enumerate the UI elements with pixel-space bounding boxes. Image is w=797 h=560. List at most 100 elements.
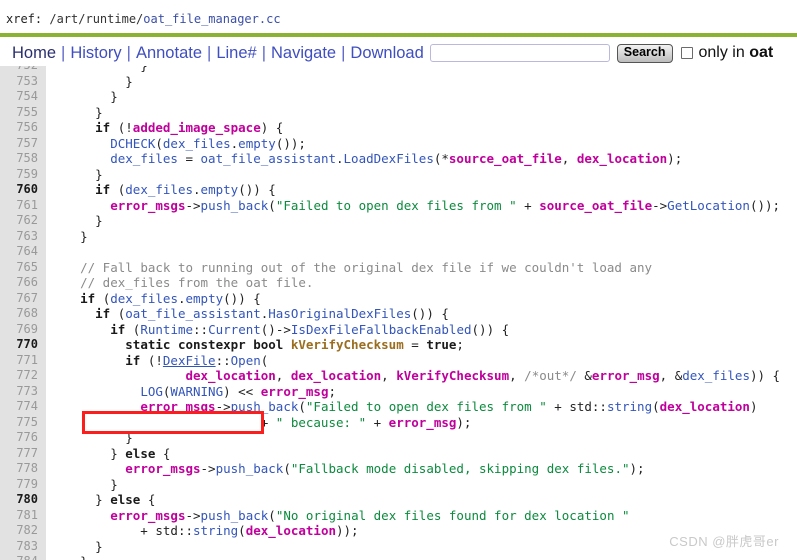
line-number[interactable]: 762 (0, 213, 46, 229)
line-number[interactable]: 759 (0, 166, 46, 182)
code-symbol-link[interactable]: DexFile (163, 353, 216, 368)
code-token: } (50, 430, 133, 445)
line-number[interactable]: 758 (0, 151, 46, 167)
line-number[interactable]: 777 (0, 445, 46, 461)
line-number[interactable]: 776 (0, 430, 46, 446)
search-input[interactable] (429, 44, 610, 62)
code-token: (* (433, 151, 449, 166)
code-line: 772 dex_location, dex_location, kVerifyC… (0, 368, 797, 384)
code-line-text: } (46, 167, 103, 183)
line-number[interactable]: 771 (0, 352, 46, 368)
line-number[interactable]: 755 (0, 104, 46, 120)
nav-link-history[interactable]: History (66, 44, 125, 63)
line-number[interactable]: 765 (0, 259, 46, 275)
code-line: 780 } else { (0, 492, 797, 508)
code-token: + (546, 399, 570, 414)
code-token[interactable]: Current (208, 322, 261, 337)
nav-link-navigate[interactable]: Navigate (267, 44, 340, 63)
only-in-file-label: only in oat (699, 44, 774, 62)
line-number[interactable]: 753 (0, 73, 46, 89)
line-number[interactable]: 752 (0, 66, 46, 74)
line-number[interactable]: 774 (0, 399, 46, 415)
code-token[interactable]: Open (231, 353, 261, 368)
line-number[interactable]: 778 (0, 461, 46, 477)
nav-link-linenumber[interactable]: Line# (212, 44, 260, 63)
code-token[interactable]: LOG (140, 384, 163, 399)
code-token: :: (591, 399, 607, 414)
code-token[interactable]: Runtime (140, 322, 193, 337)
search-button[interactable]: Search (616, 43, 673, 63)
code-token: ()); (275, 135, 306, 151)
only-in-file-option[interactable]: only in oat (680, 44, 774, 62)
line-number[interactable]: 769 (0, 321, 46, 337)
line-number[interactable]: 773 (0, 383, 46, 399)
code-token[interactable]: HasOriginalDexFiles (268, 306, 411, 321)
code-token: ) << (223, 383, 261, 399)
code-line-text: + " because: " + error_msg); (46, 414, 472, 431)
code-line: 765 // Fall back to running out of the o… (0, 259, 797, 275)
nav-link-annotate[interactable]: Annotate (132, 44, 206, 63)
line-number[interactable]: 783 (0, 538, 46, 554)
code-token[interactable]: dex_files (110, 151, 178, 166)
code-token[interactable]: string (607, 399, 652, 414)
code-token: error_msg (260, 383, 329, 399)
line-number[interactable]: 756 (0, 120, 46, 136)
line-number[interactable]: 775 (0, 414, 46, 430)
code-token[interactable]: empty (186, 291, 224, 306)
code-token[interactable]: dex_files (682, 368, 750, 383)
code-token[interactable]: dex_files (163, 136, 231, 151)
code-token: (! (140, 352, 163, 368)
code-token[interactable]: LoadDexFiles (344, 151, 434, 166)
xref-filename: oat_file_manager.cc (143, 12, 281, 26)
code-token[interactable]: dex_files (110, 291, 178, 306)
code-token[interactable]: push_back (216, 461, 284, 476)
line-number[interactable]: 782 (0, 523, 46, 539)
line-number[interactable]: 772 (0, 368, 46, 384)
code-token[interactable]: string (193, 523, 238, 538)
line-number[interactable]: 770 (0, 337, 46, 353)
code-token[interactable]: DCHECK (110, 136, 155, 151)
code-token[interactable]: oat_file_assistant (125, 306, 260, 321)
code-token: ( (260, 352, 269, 368)
line-number[interactable]: 768 (0, 306, 46, 322)
code-token[interactable]: push_back (201, 198, 269, 213)
line-number[interactable]: 781 (0, 507, 46, 523)
code-token[interactable]: push_back (231, 399, 299, 414)
line-number[interactable]: 760 (0, 182, 46, 198)
code-line-text: error_msgs->push_back("Fallback mode dis… (46, 461, 644, 477)
line-number[interactable]: 766 (0, 275, 46, 291)
line-number[interactable]: 784 (0, 554, 46, 560)
code-line-text: dex_location, dex_location, kVerifyCheck… (46, 368, 780, 384)
code-line-text: } (46, 477, 118, 493)
code-line-text: } (46, 213, 103, 229)
code-line: 762 } (0, 213, 797, 229)
code-token: + (50, 414, 276, 430)
line-number[interactable]: 779 (0, 476, 46, 492)
line-number[interactable]: 767 (0, 290, 46, 306)
code-token[interactable]: oat_file_assistant (201, 151, 336, 166)
code-token[interactable]: empty (201, 182, 239, 197)
code-token[interactable]: empty (238, 136, 276, 151)
code-token: = (403, 337, 427, 352)
line-number[interactable]: 761 (0, 197, 46, 213)
code-token[interactable]: dex_files (125, 182, 193, 197)
code-token: } (50, 166, 103, 182)
nav-link-home[interactable]: Home (8, 44, 60, 63)
line-number[interactable]: 757 (0, 135, 46, 151)
xref-directory: /art/runtime/ (42, 12, 144, 26)
code-token[interactable]: push_back (201, 508, 269, 523)
nav-link-download[interactable]: Download (346, 44, 427, 63)
line-number[interactable]: 764 (0, 244, 46, 260)
code-token[interactable]: GetLocation (667, 198, 750, 213)
source-code-viewer[interactable]: 752 }753 }754 }755 }756 if (!added_image… (0, 66, 797, 560)
code-line: 775 + " because: " + error_msg); (0, 414, 797, 431)
code-token[interactable]: WARNING (170, 384, 223, 399)
code-token: (! (110, 120, 133, 135)
line-number[interactable]: 754 (0, 89, 46, 105)
code-line-text: if (Runtime::Current()->IsDexFileFallbac… (46, 322, 509, 338)
only-in-file-checkbox[interactable] (680, 47, 693, 59)
code-token[interactable]: IsDexFileFallbackEnabled (291, 322, 472, 337)
line-number[interactable]: 763 (0, 228, 46, 244)
line-number[interactable]: 780 (0, 492, 46, 508)
